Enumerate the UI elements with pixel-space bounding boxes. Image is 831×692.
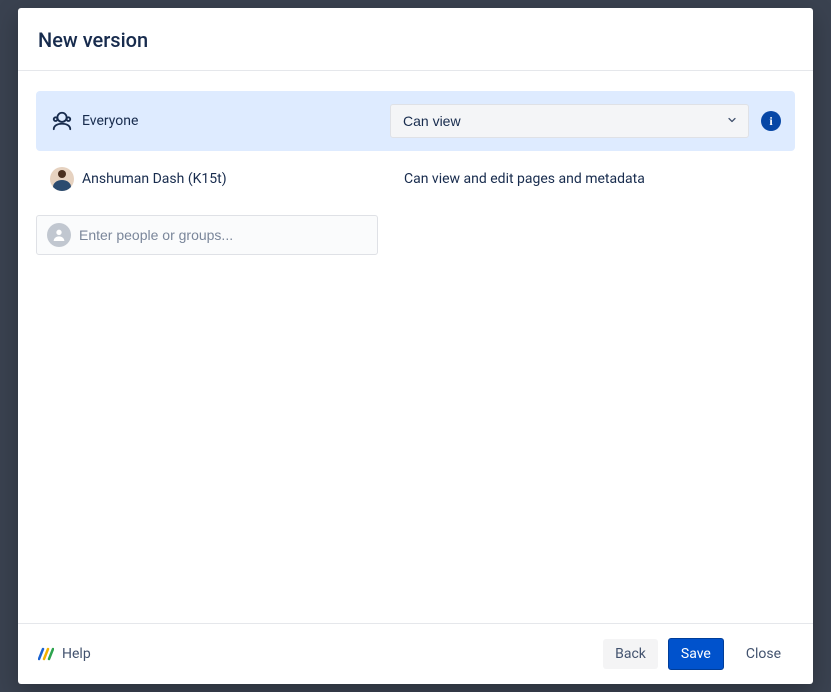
everyone-row-right: Can view i (390, 104, 781, 138)
person-placeholder-icon (47, 223, 71, 247)
info-icon[interactable]: i (761, 111, 781, 131)
people-search-box[interactable] (36, 215, 378, 255)
user-row: Anshuman Dash (K15t) Can view and edit p… (36, 151, 795, 207)
modal-title: New version (38, 28, 793, 52)
permissions-modal: New version Everyone Can view (18, 8, 813, 684)
help-label: Help (62, 646, 91, 662)
chevron-down-icon (726, 113, 738, 129)
people-search-input[interactable] (79, 227, 367, 243)
everyone-select-wrap: Can view (390, 104, 749, 138)
modal-footer: Help Back Save Close (18, 623, 813, 684)
back-button[interactable]: Back (603, 639, 658, 669)
user-permission-text: Can view and edit pages and metadata (390, 171, 645, 187)
modal-body: Everyone Can view i (18, 71, 813, 623)
user-name: Anshuman Dash (K15t) (82, 171, 227, 187)
user-row-left: Anshuman Dash (K15t) (50, 167, 390, 191)
save-button[interactable]: Save (668, 638, 724, 670)
help-link[interactable]: Help (38, 646, 91, 662)
user-avatar (50, 167, 74, 191)
footer-buttons: Back Save Close (603, 638, 793, 670)
everyone-permission-select[interactable]: Can view (390, 104, 749, 138)
everyone-row: Everyone Can view i (36, 91, 795, 151)
search-row (36, 215, 378, 255)
modal-header: New version (18, 8, 813, 71)
everyone-label: Everyone (82, 113, 138, 129)
people-icon (50, 109, 74, 133)
everyone-permission-value: Can view (403, 113, 461, 129)
close-button[interactable]: Close (734, 639, 793, 669)
help-logo-icon (38, 647, 54, 661)
everyone-row-left: Everyone (50, 109, 390, 133)
user-row-right: Can view and edit pages and metadata (390, 171, 781, 187)
